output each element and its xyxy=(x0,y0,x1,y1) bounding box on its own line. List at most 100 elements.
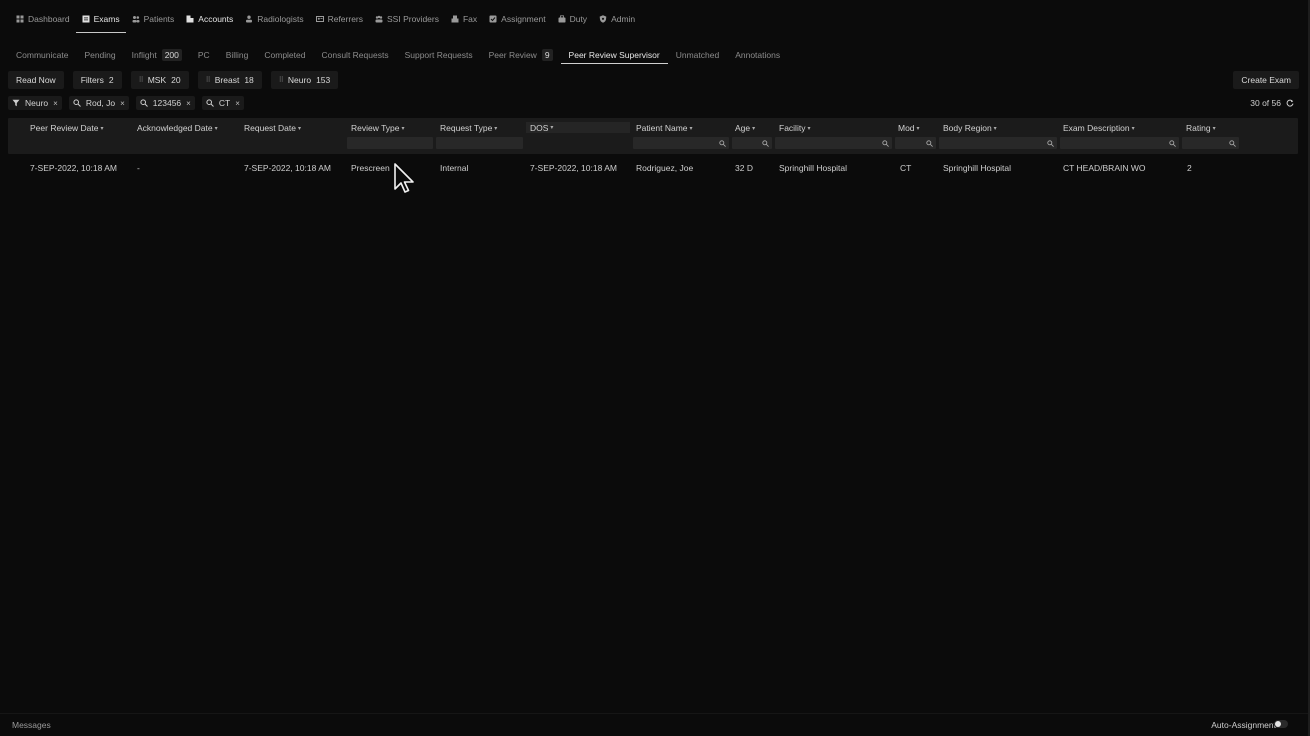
col-review-type-label: Review Type xyxy=(351,123,400,133)
search-icon xyxy=(1047,139,1054,147)
nav-radiologists[interactable]: Radiologists xyxy=(239,5,309,33)
auto-assignment-toggle[interactable] xyxy=(1274,720,1288,728)
neuro-preset-button[interactable]: ⠿ Neuro 153 xyxy=(270,71,339,89)
tab-unmatched-label: Unmatched xyxy=(675,50,720,60)
referrers-icon xyxy=(315,15,324,23)
col-peer-review-date[interactable]: Peer Review Date ▾ xyxy=(30,123,104,133)
read-now-button[interactable]: Read Now xyxy=(8,71,64,89)
filters-button[interactable]: Filters 2 xyxy=(72,71,122,89)
col-dos[interactable]: DOS ▾ xyxy=(526,122,630,133)
close-icon[interactable]: × xyxy=(186,99,191,108)
nav-duty[interactable]: Duty xyxy=(552,5,593,33)
action-bar: Read Now Filters 2 ⠿ MSK 20 ⠿ Breast 18 ⠿ Neur… xyxy=(8,71,339,89)
drag-handle-icon[interactable]: ⠿ xyxy=(206,76,211,84)
review-type-filter-input[interactable] xyxy=(347,137,433,149)
close-icon[interactable]: × xyxy=(53,99,58,108)
filter-chip-name[interactable]: Rod, Jo × xyxy=(68,96,129,110)
tab-inflight-label: Inflight xyxy=(131,50,157,60)
col-age[interactable]: Age ▾ xyxy=(735,123,755,133)
mod-filter-input[interactable] xyxy=(895,137,936,149)
tab-annotations[interactable]: Annotations xyxy=(727,47,788,64)
nav-exams[interactable]: Exams xyxy=(75,5,126,33)
col-facility[interactable]: Facility ▾ xyxy=(779,123,810,133)
chevron-down-icon: ▾ xyxy=(752,125,756,132)
create-exam-button[interactable]: Create Exam xyxy=(1233,71,1299,89)
col-mod[interactable]: Mod ▾ xyxy=(898,123,920,133)
facility-filter-input[interactable] xyxy=(775,137,892,149)
peer-review-count-badge: 9 xyxy=(541,49,553,61)
tab-peer-review[interactable]: Peer Review 9 xyxy=(481,47,561,64)
nav-referrers[interactable]: Referrers xyxy=(310,5,369,33)
age-filter-input[interactable] xyxy=(732,137,772,149)
nav-dashboard-label: Dashboard xyxy=(28,13,70,24)
rating-filter-input[interactable] xyxy=(1182,137,1239,149)
body-region-filter-input[interactable] xyxy=(939,137,1057,149)
tab-inflight[interactable]: Inflight 200 xyxy=(124,47,190,64)
tab-pending[interactable]: Pending xyxy=(76,47,123,64)
nav-admin-label: Admin xyxy=(611,13,636,24)
nav-dashboard[interactable]: Dashboard xyxy=(10,5,76,33)
table-row[interactable]: 7-SEP-2022, 10:18 AM - 7-SEP-2022, 10:18… xyxy=(8,157,1298,179)
filter-chip-mod[interactable]: CT × xyxy=(201,96,244,110)
toggle-knob xyxy=(1275,721,1281,727)
close-icon[interactable]: × xyxy=(120,99,125,108)
nav-patients[interactable]: Patients xyxy=(126,5,181,33)
filter-chip-id[interactable]: 123456 × xyxy=(135,96,195,110)
tab-peer-review-supervisor[interactable]: Peer Review Supervisor xyxy=(560,47,668,64)
chip-neuro-label: Neuro xyxy=(25,98,49,108)
chevron-down-icon: ▾ xyxy=(1212,125,1216,132)
tab-unmatched[interactable]: Unmatched xyxy=(668,47,727,64)
nav-referrers-label: Referrers xyxy=(327,13,364,24)
duty-icon xyxy=(558,14,566,23)
col-acknowledged-date[interactable]: Acknowledged Date ▾ xyxy=(137,123,218,133)
refresh-icon[interactable] xyxy=(1286,99,1294,107)
nav-assignment[interactable]: Assignment xyxy=(483,5,551,33)
cell-body-region: Springhill Hospital xyxy=(943,163,1012,173)
nav-admin[interactable]: Admin xyxy=(593,5,641,33)
request-type-filter-input[interactable] xyxy=(436,137,523,149)
col-rating[interactable]: Rating ▾ xyxy=(1186,123,1216,133)
nav-fax[interactable]: Fax xyxy=(445,5,483,33)
nav-accounts[interactable]: Accounts xyxy=(180,5,239,33)
col-review-type[interactable]: Review Type ▾ xyxy=(351,123,405,133)
messages-link[interactable]: Messages xyxy=(12,720,51,730)
msk-preset-button[interactable]: ⠿ MSK 20 xyxy=(130,71,189,89)
nav-ssi-providers[interactable]: SSI Providers xyxy=(369,5,445,33)
nav-fax-label: Fax xyxy=(462,13,478,24)
col-request-type[interactable]: Request Type ▾ xyxy=(440,123,497,133)
cell-facility: Springhill Hospital xyxy=(779,163,848,173)
nav-patients-label: Patients xyxy=(143,13,175,24)
drag-handle-icon[interactable]: ⠿ xyxy=(279,76,284,84)
breast-preset-button[interactable]: ⠿ Breast 18 xyxy=(197,71,262,89)
exams-table: Peer Review Date ▾ Acknowledged Date ▾ Req… xyxy=(8,118,1298,179)
close-icon[interactable]: × xyxy=(235,99,240,108)
chevron-down-icon: ▾ xyxy=(689,125,693,132)
tab-billing[interactable]: Billing xyxy=(218,47,257,64)
col-patient-name[interactable]: Patient Name ▾ xyxy=(636,123,693,133)
chevron-down-icon: ▾ xyxy=(494,125,498,132)
tab-support-requests-label: Support Requests xyxy=(404,50,473,60)
chevron-down-icon: ▾ xyxy=(297,125,301,132)
tab-consult-requests[interactable]: Consult Requests xyxy=(313,47,396,64)
col-body-region[interactable]: Body Region ▾ xyxy=(943,123,997,133)
col-dos-label: DOS xyxy=(530,122,549,133)
tab-pending-label: Pending xyxy=(84,50,116,60)
tab-communicate[interactable]: Communicate xyxy=(8,47,76,64)
tab-support-requests[interactable]: Support Requests xyxy=(397,47,481,64)
filters-label: Filters xyxy=(80,75,104,85)
patient-name-filter-input[interactable] xyxy=(633,137,729,149)
chevron-down-icon: ▾ xyxy=(550,125,554,131)
tab-consult-requests-label: Consult Requests xyxy=(321,50,389,60)
cell-age: 32 D xyxy=(735,163,753,173)
col-exam-description[interactable]: Exam Description ▾ xyxy=(1063,123,1135,133)
drag-handle-icon[interactable]: ⠿ xyxy=(139,76,144,84)
tab-completed[interactable]: Completed xyxy=(256,47,313,64)
exam-description-filter-input[interactable] xyxy=(1060,137,1179,149)
col-request-date[interactable]: Request Date ▾ xyxy=(244,123,301,133)
search-icon xyxy=(140,99,148,107)
msk-count: 20 xyxy=(171,75,181,85)
tab-communicate-label: Communicate xyxy=(16,50,69,60)
tab-pc[interactable]: PC xyxy=(190,47,218,64)
col-mod-label: Mod xyxy=(898,123,915,133)
filter-chip-neuro[interactable]: Neuro × xyxy=(8,96,62,110)
